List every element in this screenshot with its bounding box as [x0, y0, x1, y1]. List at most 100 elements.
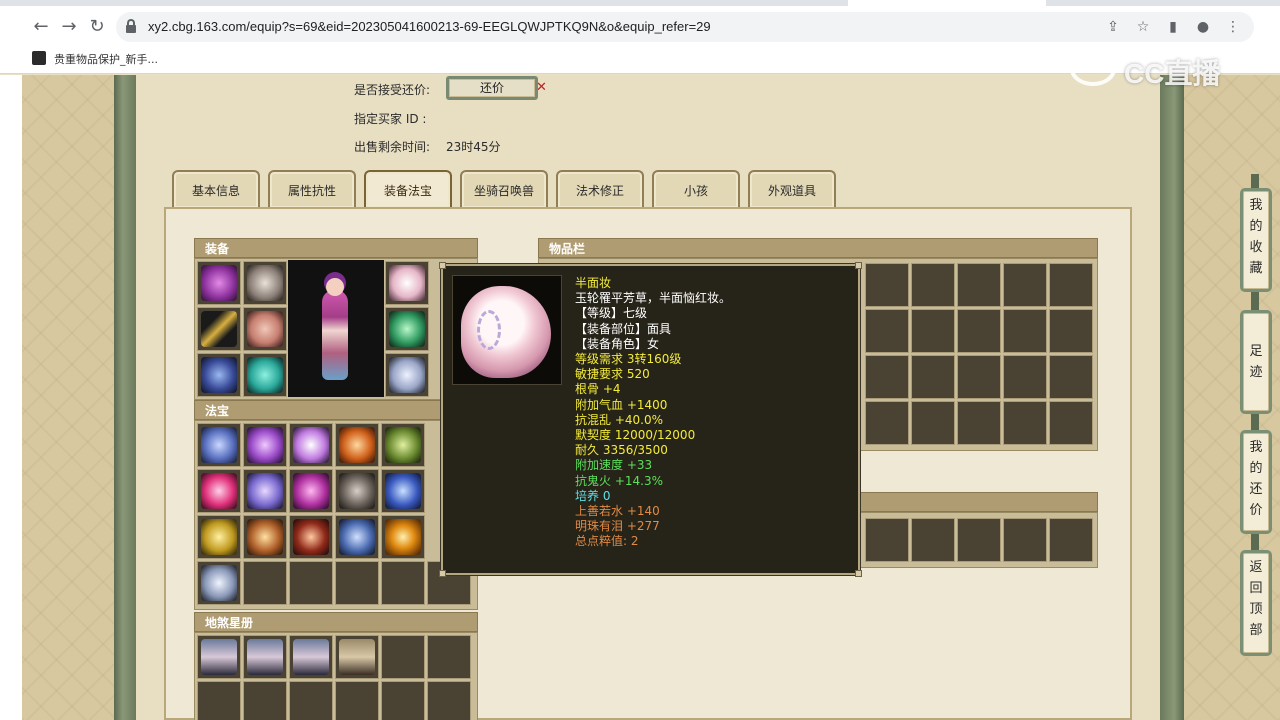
star-card-slot[interactable] — [289, 635, 333, 679]
character-card-icon — [247, 639, 283, 675]
treasure-slot[interactable] — [197, 515, 241, 559]
treasure-slot-empty — [335, 561, 379, 605]
inventory-slot[interactable] — [957, 401, 1001, 445]
watermark-logo-icon — [1070, 52, 1116, 86]
browser-nav: ← → ↻ xy2.cbg.163.com/equip?s=69&eid=202… — [0, 12, 1280, 42]
tab-mounts-pets[interactable]: 坐骑召唤兽 — [460, 170, 548, 208]
equipment-slot[interactable] — [243, 307, 287, 351]
equipment-slot[interactable] — [243, 261, 287, 305]
treasure-slot[interactable] — [381, 469, 425, 513]
side-rail — [1251, 414, 1259, 430]
treasure-slot[interactable] — [381, 423, 425, 467]
inventory-slot[interactable] — [911, 309, 955, 353]
lantern-treasure-icon — [247, 427, 283, 463]
treasure-slot[interactable] — [335, 469, 379, 513]
inventory-slot[interactable] — [1049, 309, 1093, 353]
side-button-char: 还 — [1249, 482, 1263, 497]
active-tab-edge[interactable] — [848, 0, 1046, 6]
sidebar-icon[interactable]: ▮ — [1162, 17, 1184, 37]
inventory-slot[interactable] — [911, 355, 955, 399]
tab-child[interactable]: 小孩 — [652, 170, 740, 208]
inventory-slot[interactable] — [957, 263, 1001, 307]
inventory-slot[interactable] — [1003, 355, 1047, 399]
url-text[interactable]: xy2.cbg.163.com/equip?s=69&eid=202305041… — [148, 19, 711, 34]
accept-counter-label: 是否接受还价: — [354, 83, 431, 97]
inventory-slot[interactable] — [1003, 401, 1047, 445]
treasure-slot[interactable] — [243, 515, 287, 559]
star-icon[interactable]: ☆ — [1132, 17, 1154, 37]
tab-appearance[interactable]: 外观道具 — [748, 170, 836, 208]
frame-left-border — [114, 75, 136, 720]
inventory-slot[interactable] — [1049, 518, 1093, 562]
inventory-slot[interactable] — [865, 309, 909, 353]
side-button-char: 回 — [1249, 581, 1263, 596]
weapon-icon — [201, 311, 237, 347]
star-card-slot[interactable] — [197, 635, 241, 679]
share-icon[interactable]: ⇪ — [1102, 17, 1124, 37]
side-button-char: 足 — [1249, 344, 1263, 359]
my-counter-offers-button[interactable]: 我 的 还 价 — [1240, 430, 1272, 534]
my-favorites-button[interactable]: 我 的 收 藏 — [1240, 188, 1272, 292]
inventory-slot[interactable] — [1003, 309, 1047, 353]
reload-icon[interactable]: ↻ — [84, 14, 110, 40]
inventory-slot[interactable] — [865, 401, 909, 445]
counter-offer-button[interactable]: 还价 — [446, 76, 538, 100]
inventory-slot[interactable] — [911, 518, 955, 562]
inventory-slot[interactable] — [1003, 263, 1047, 307]
inventory-slot[interactable] — [957, 518, 1001, 562]
star-card-slot[interactable] — [335, 635, 379, 679]
inventory-slot[interactable] — [865, 355, 909, 399]
remaining-time-label: 出售剩余时间: — [354, 140, 431, 154]
treasure-slot[interactable] — [197, 469, 241, 513]
tab-spell-correction[interactable]: 法术修正 — [556, 170, 644, 208]
buyer-id-label: 指定买家 ID : — [354, 112, 427, 126]
treasure-grid — [194, 420, 478, 610]
equipment-slot[interactable] — [243, 353, 287, 397]
drum-treasure-icon — [201, 473, 237, 509]
treasure-slot[interactable] — [197, 561, 241, 605]
profile-icon[interactable]: ● — [1192, 17, 1214, 37]
inventory-slot[interactable] — [911, 263, 955, 307]
inventory-slot[interactable] — [1049, 401, 1093, 445]
treasure-slot[interactable] — [243, 469, 287, 513]
treasure-slot[interactable] — [335, 423, 379, 467]
treasure-slot[interactable] — [381, 515, 425, 559]
address-bar[interactable]: xy2.cbg.163.com/equip?s=69&eid=202305041… — [116, 12, 1254, 42]
treasure-slot[interactable] — [197, 423, 241, 467]
inventory-slot[interactable] — [865, 263, 909, 307]
item-level: 【等级】七级 — [575, 306, 648, 321]
inventory-slot[interactable] — [911, 401, 955, 445]
treasure-slot[interactable] — [289, 515, 333, 559]
arrow-left-icon[interactable]: ← — [28, 14, 54, 40]
inventory-slot[interactable] — [1003, 518, 1047, 562]
tab-attributes[interactable]: 属性抗性 — [268, 170, 356, 208]
equipment-slot[interactable] — [197, 261, 241, 305]
tab-basic-info[interactable]: 基本信息 — [172, 170, 260, 208]
inventory-slot[interactable] — [1049, 263, 1093, 307]
item-stat: 默契度 12000/12000 — [575, 428, 696, 443]
equipment-slot[interactable] — [197, 353, 241, 397]
side-rail — [1251, 174, 1259, 188]
inventory-slot[interactable] — [957, 309, 1001, 353]
inventory-slot[interactable] — [1049, 355, 1093, 399]
menu-icon[interactable]: ⋮ — [1222, 17, 1244, 37]
lock-icon[interactable] — [126, 19, 136, 33]
token-treasure-icon — [293, 519, 329, 555]
equipment-slot[interactable] — [385, 353, 429, 397]
treasure-slot[interactable] — [289, 469, 333, 513]
inventory-slot[interactable] — [865, 518, 909, 562]
star-card-slot[interactable] — [243, 635, 287, 679]
footprints-button[interactable]: 足 迹 — [1240, 310, 1272, 414]
tab-equipment-treasure[interactable]: 装备法宝 — [364, 170, 452, 208]
equipment-slot[interactable] — [197, 307, 241, 351]
treasure-slot[interactable] — [335, 515, 379, 559]
item-bonus-stat: 附加速度 +33 — [575, 458, 653, 473]
arrow-right-icon[interactable]: → — [56, 14, 82, 40]
item-total-points: 总点粹值: 2 — [575, 534, 639, 549]
back-to-top-button[interactable]: 返 回 顶 部 — [1240, 550, 1272, 656]
inventory-slot[interactable] — [957, 355, 1001, 399]
treasure-slot[interactable] — [289, 423, 333, 467]
equipment-slot[interactable] — [385, 261, 429, 305]
equipment-slot[interactable] — [385, 307, 429, 351]
treasure-slot[interactable] — [243, 423, 287, 467]
